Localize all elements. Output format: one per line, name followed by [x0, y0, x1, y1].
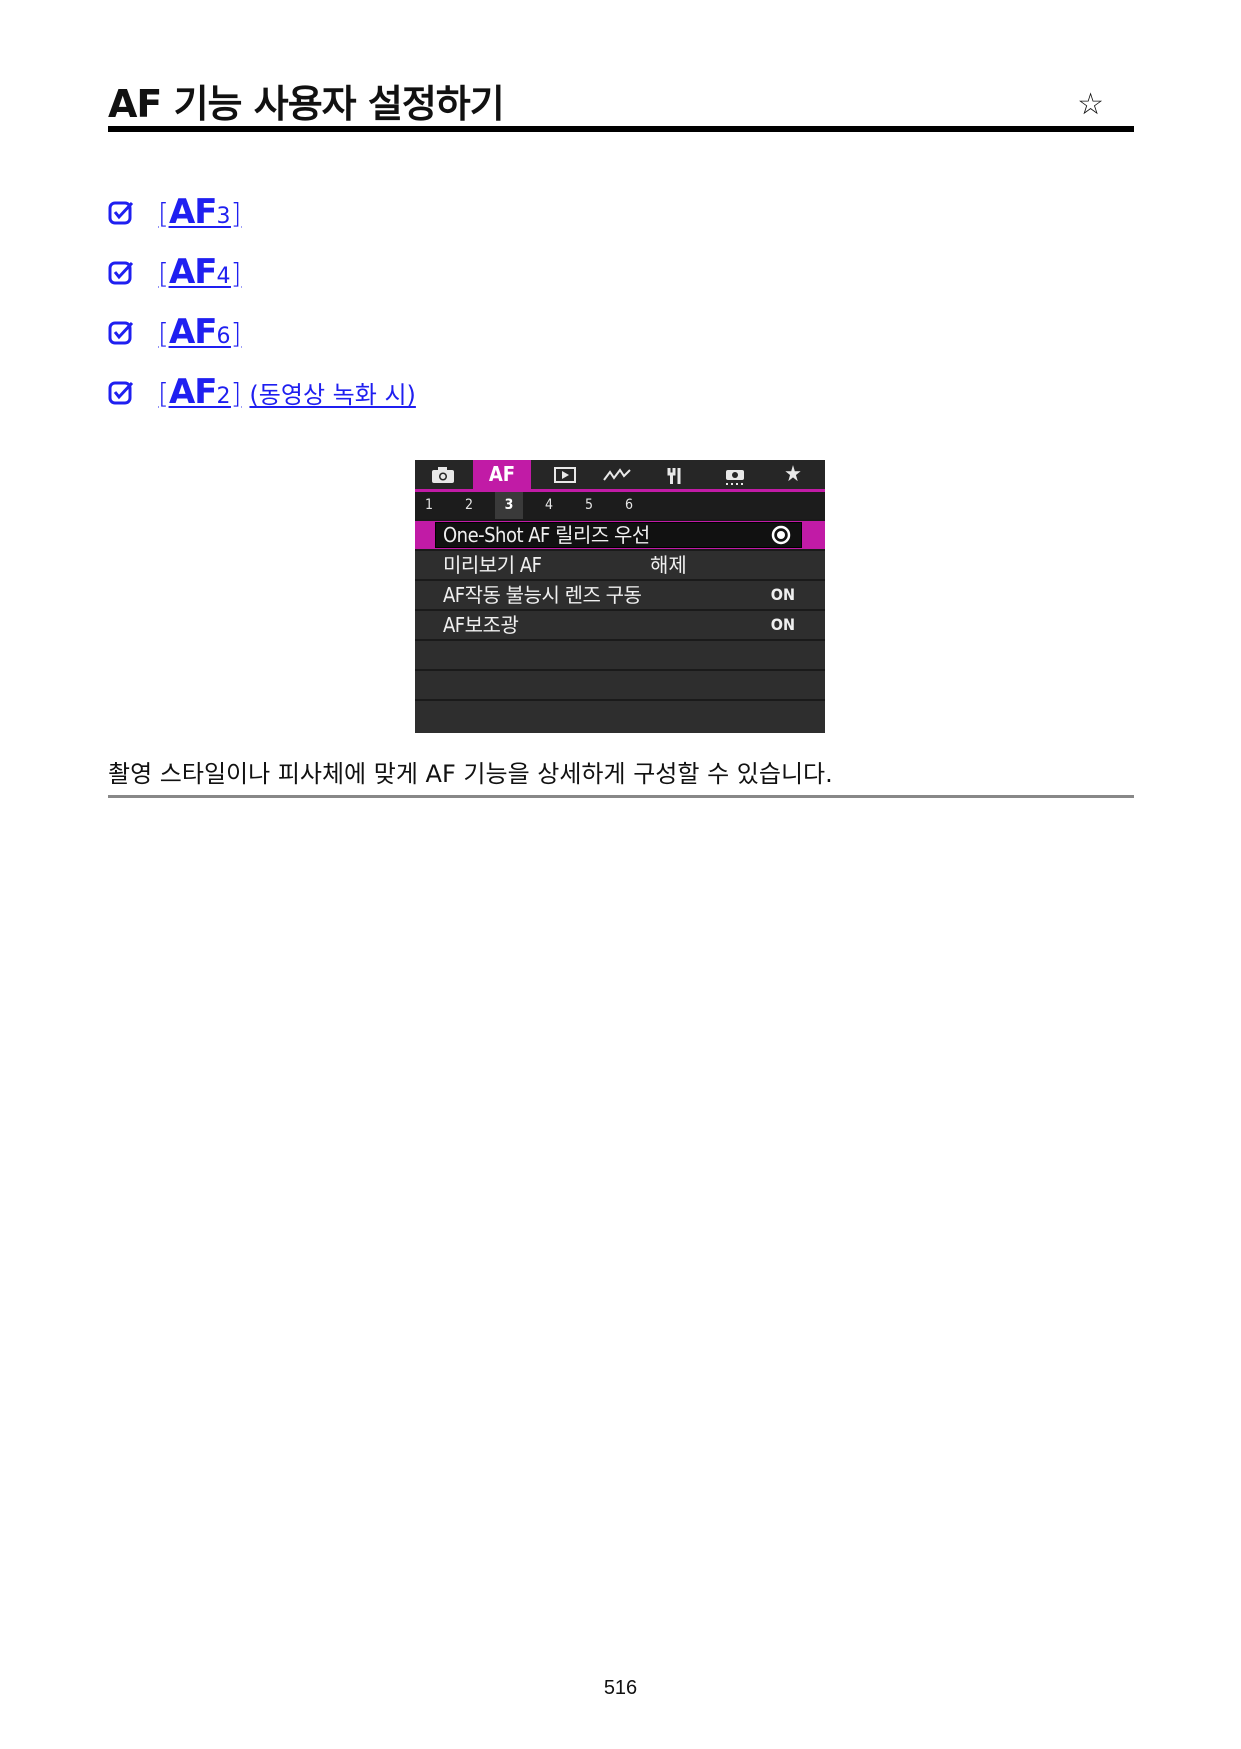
page-title: AF 기능 사용자 설정하기 [108, 82, 505, 126]
subtab-6[interactable]: 6 [615, 492, 643, 519]
bracket: [ [158, 257, 169, 290]
menu-item-value: ON [770, 585, 795, 604]
bracket: ] [230, 317, 242, 350]
subtab-1[interactable]: 1 [415, 492, 443, 519]
bracket: ] [230, 197, 242, 230]
af-number: 2 [216, 384, 231, 409]
menu-item-af-assist-beam[interactable]: AF보조광 ON [415, 609, 825, 639]
checkbox-icon [108, 381, 134, 405]
af-label: AF [168, 372, 218, 412]
checkbox-icon [108, 261, 134, 285]
menu-item-empty [415, 639, 825, 669]
bracket: ] [230, 377, 242, 410]
page-number: 516 [603, 1677, 638, 1699]
star-icon: ★ [784, 462, 802, 487]
wireless-icon [597, 460, 637, 489]
af-number: 6 [216, 324, 231, 349]
af-label: AF [168, 192, 218, 232]
star-outline-icon: ☆ [1077, 87, 1104, 122]
menu-item-oneshot-release[interactable]: One-Shot AF 릴리즈 우선 [415, 519, 825, 549]
menu-item-label: One-Shot AF 릴리즈 우선 [443, 523, 650, 547]
bracket: [ [158, 197, 169, 230]
subtab-3[interactable]: 3 [495, 492, 523, 519]
camera-menu-screen: AF ★ 1 2 3 4 5 6 One-Shot AF 릴리즈 우선 미리보기… [415, 460, 825, 733]
tab-af[interactable]: AF [473, 460, 531, 489]
af-label: AF [168, 252, 218, 292]
af-number: 4 [216, 264, 231, 289]
link-suffix: (동영상 녹화 시) [249, 381, 416, 409]
subtab-4[interactable]: 4 [535, 492, 563, 519]
menu-item-empty [415, 699, 825, 733]
custom-icon [715, 460, 755, 489]
menu-item-lens-drive[interactable]: AF작동 불능시 렌즈 구동 ON [415, 579, 825, 609]
menu-item-empty [415, 669, 825, 699]
camera-icon [423, 460, 463, 489]
menu-item-preview-af[interactable]: 미리보기 AF 해제 [415, 549, 825, 579]
priority-release-icon [771, 525, 791, 545]
menu-item-label: AF보조광 [443, 613, 519, 637]
link-af6[interactable]: [AF6] [158, 312, 241, 357]
description-text: 촬영 스타일이나 피사체에 맞게 AF 기능을 상세하게 구성할 수 있습니다. [108, 758, 1134, 798]
subtab-2[interactable]: 2 [455, 492, 483, 519]
menu-tab-bar: AF ★ [415, 460, 825, 492]
af-label: AF [168, 312, 218, 352]
menu-subtabs: 1 2 3 4 5 6 [415, 492, 825, 519]
link-af4[interactable]: [AF4] [158, 252, 241, 297]
subtab-5[interactable]: 5 [575, 492, 603, 519]
checkbox-icon [108, 201, 134, 225]
link-af2-movie[interactable]: [AF2] (동영상 녹화 시) [158, 372, 416, 417]
wrench-icon [655, 460, 695, 489]
bracket: [ [158, 317, 169, 350]
af-number: 3 [216, 204, 231, 229]
checkbox-icon [108, 321, 134, 345]
bracket: ] [230, 257, 242, 290]
link-af3[interactable]: [AF3] [158, 192, 241, 237]
menu-item-value: 해제 [650, 553, 687, 577]
menu-item-label: 미리보기 AF [443, 553, 542, 577]
menu-item-label: AF작동 불능시 렌즈 구동 [443, 583, 642, 607]
menu-item-value: ON [770, 615, 795, 634]
page-header: AF 기능 사용자 설정하기 ☆ [108, 82, 1134, 132]
playback-icon [545, 460, 585, 489]
bracket: [ [158, 377, 169, 410]
